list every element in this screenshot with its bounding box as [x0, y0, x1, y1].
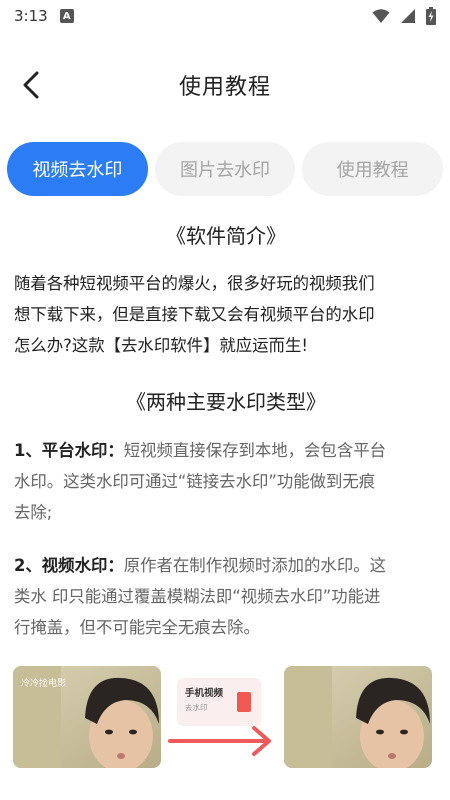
intro-line: 随着各种短视频平台的爆火，很多好玩的视频我们	[14, 274, 375, 293]
tutorial-content: 《软件简介》 随着各种短视频平台的爆火，很多好玩的视频我们 想下载下来，但是直接…	[14, 214, 438, 643]
watermark-type-text: 类水 印只能通过覆盖模糊法即“视频去水印”功能进	[14, 587, 381, 606]
phone-icon	[237, 692, 251, 712]
watermark-text: 冷冷捡电影	[21, 677, 66, 689]
status-icons	[372, 7, 436, 25]
watermark-type-text: 原作者在制作视频时添加的水印。这	[123, 556, 386, 575]
tab-tutorial[interactable]: 使用教程	[302, 142, 444, 196]
chevron-left-icon	[23, 71, 39, 99]
notification-icon: A	[59, 9, 74, 23]
header: 使用教程	[0, 60, 450, 110]
types-title: 《两种主要水印类型》	[126, 390, 326, 414]
page-title: 使用教程	[178, 75, 271, 100]
tab-video-watermark[interactable]: 视频去水印	[7, 142, 148, 196]
signal-icon	[401, 9, 415, 23]
arrow-right-icon	[168, 726, 271, 756]
status-bar: 3:13 A	[0, 0, 450, 32]
intro-line: 怎么办?这款【去水印软件】就应运而生!	[14, 336, 308, 355]
watermark-type-text: 短视频直接保存到本地，会包含平台	[123, 441, 386, 460]
watermark-type-item: 1、平台水印：短视频直接保存到本地，会包含平台 水印。这类水印可通过“链接去水印…	[14, 435, 438, 528]
watermark-type-label: 2、视频水印：	[14, 556, 124, 575]
tab-bar: 视频去水印 图片去水印 使用教程	[7, 142, 444, 196]
watermark-type-label: 1、平台水印：	[14, 441, 124, 460]
watermark-type-text: 水印。这类水印可通过“链接去水印”功能做到无痕	[14, 472, 376, 491]
watermark-illustration: 冷冷捡电影 手机视频 去水印	[0, 666, 450, 772]
photo-without-watermark	[284, 666, 432, 768]
back-button[interactable]	[14, 68, 48, 102]
wifi-icon	[372, 9, 390, 23]
watermark-type-text: 行掩盖，但不可能完全无痕去除。	[14, 618, 260, 637]
photo-with-watermark: 冷冷捡电影	[13, 666, 161, 768]
intro-paragraph: 随着各种短视频平台的爆火，很多好玩的视频我们 想下载下来，但是直接下载又会有视频…	[14, 268, 438, 361]
battery-icon	[426, 7, 436, 25]
intro-title: 《软件简介》	[166, 224, 286, 248]
tab-image-watermark[interactable]: 图片去水印	[154, 142, 296, 196]
app-card: 手机视频 去水印	[177, 678, 261, 726]
watermark-type-text: 去除;	[14, 503, 53, 522]
watermark-type-item: 2、视频水印：原作者在制作视频时添加的水印。这 类水 印只能通过覆盖模糊法即“视…	[14, 550, 438, 643]
status-time: 3:13	[14, 7, 48, 25]
intro-line: 想下载下来，但是直接下载又会有视频平台的水印	[14, 305, 375, 324]
